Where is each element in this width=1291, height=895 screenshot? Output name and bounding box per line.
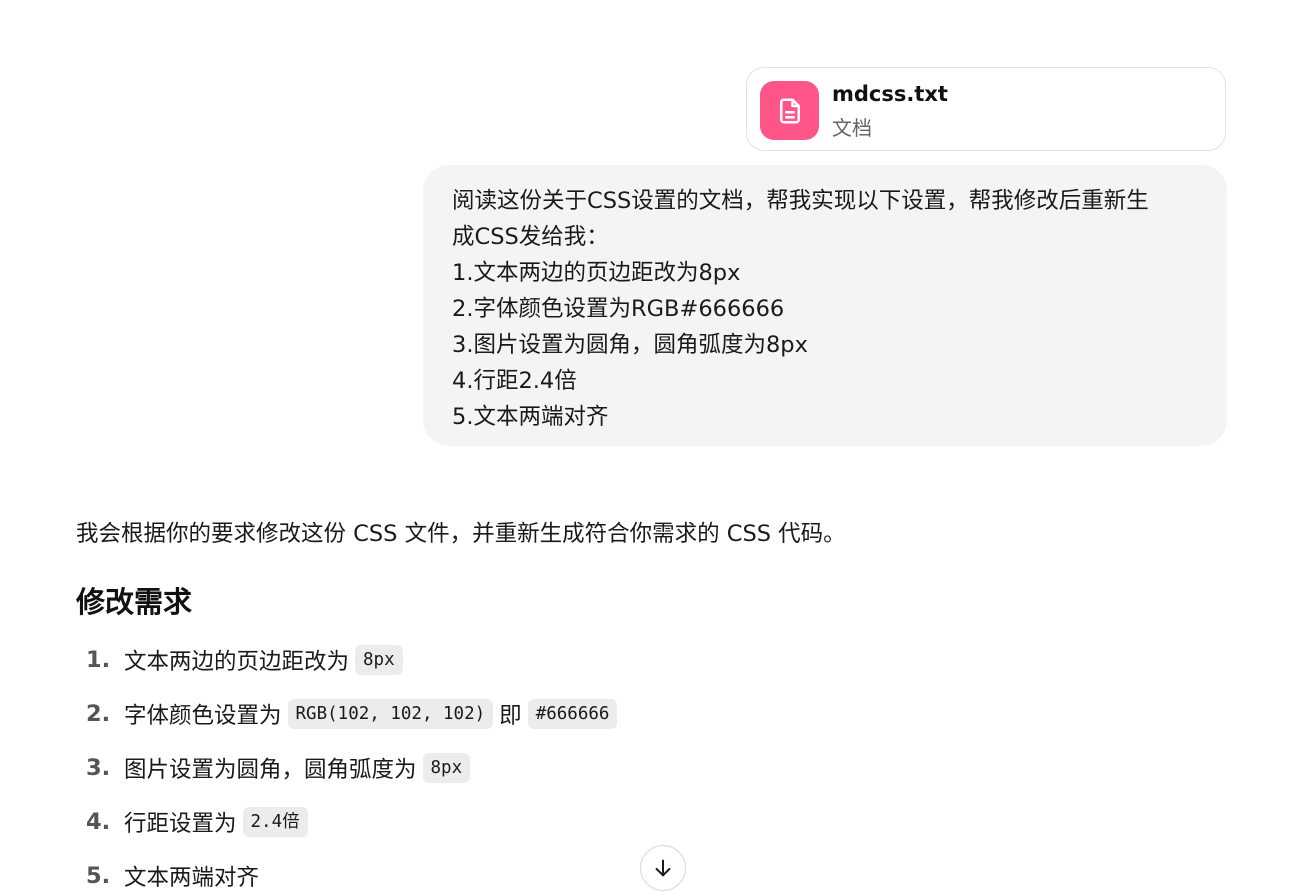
user-message-line: 1.文本两边的页边距改为8px (452, 260, 741, 286)
user-message-bubble: 阅读这份关于CSS设置的文档，帮我实现以下设置，帮我修改后重新生 成CSS发给我… (423, 165, 1227, 446)
inline-code: 8px (355, 645, 403, 675)
inline-code: RGB(102, 102, 102) (287, 699, 494, 729)
inline-code: #666666 (527, 699, 618, 729)
user-message-line: 阅读这份关于CSS设置的文档，帮我实现以下设置，帮我修改后重新生 (452, 188, 1149, 214)
requirement-item: 5. 文本两端对齐 (86, 858, 259, 894)
list-number: 5. (86, 863, 111, 889)
section-heading: 修改需求 (76, 585, 193, 619)
requirement-item: 3. 图片设置为圆角，圆角弧度为 8px (86, 750, 476, 786)
list-number: 4. (86, 809, 111, 835)
requirement-text: 图片设置为圆角，圆角弧度为 (124, 757, 417, 783)
user-message-line: 3.图片设置为圆角，圆角弧度为8px (452, 332, 808, 358)
list-number: 1. (86, 647, 111, 673)
list-number: 2. (86, 701, 111, 727)
file-type-label: 文档 (832, 116, 872, 140)
user-message-line: 5.文本两端对齐 (452, 404, 609, 430)
inline-code: 8px (422, 753, 471, 783)
chat-page: mdcss.txt 文档 阅读这份关于CSS设置的文档，帮我实现以下设置，帮我修… (0, 0, 1291, 895)
requirement-item: 1. 文本两边的页边距改为 8px (86, 642, 409, 678)
requirement-text: 行距设置为 (124, 811, 237, 837)
file-attachment-card[interactable]: mdcss.txt 文档 (746, 67, 1226, 151)
requirement-item: 4. 行距设置为 2.4倍 (86, 804, 314, 840)
user-message-line: 4.行距2.4倍 (452, 368, 577, 394)
requirement-text: 字体颜色设置为 (124, 703, 282, 729)
file-name: mdcss.txt (832, 82, 948, 106)
arrow-down-icon (655, 859, 671, 877)
document-icon (760, 81, 819, 140)
scroll-down-button[interactable] (640, 845, 686, 891)
requirement-text: 文本两端对齐 (124, 865, 260, 891)
requirement-item: 2. 字体颜色设置为 RGB(102, 102, 102) 即 #666666 (86, 696, 623, 732)
assistant-intro-text: 我会根据你的要求修改这份 CSS 文件，并重新生成符合你需求的 CSS 代码。 (76, 521, 846, 547)
list-number: 3. (86, 755, 111, 781)
user-message-line: 2.字体颜色设置为RGB#666666 (452, 296, 785, 322)
user-message-line: 成CSS发给我： (452, 224, 609, 250)
requirement-text: 文本两边的页边距改为 (124, 649, 350, 675)
inline-code: 2.4倍 (242, 807, 308, 837)
joiner-text: 即 (499, 703, 522, 729)
